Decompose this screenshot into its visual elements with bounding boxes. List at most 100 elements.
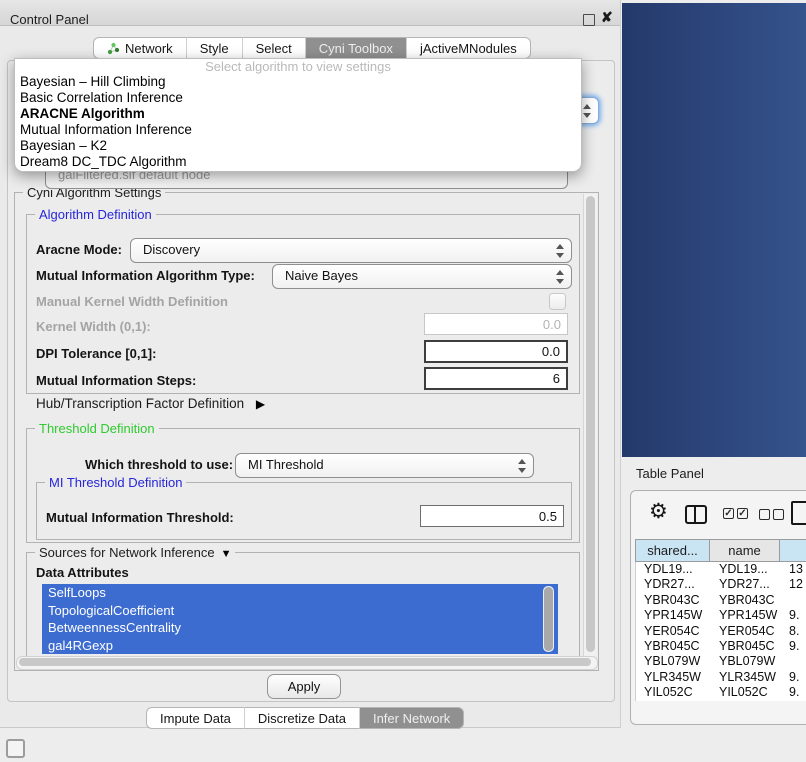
table-cell: [781, 593, 806, 608]
checked-checkbox-icon[interactable]: ✓: [737, 508, 748, 519]
dpi-tolerance-label: DPI Tolerance [0,1]:: [36, 346, 156, 361]
table-cell: YBR045C: [711, 639, 781, 654]
tab-infer-network[interactable]: Infer Network: [360, 707, 464, 729]
mi-threshold-definition-title: MI Threshold Definition: [45, 475, 186, 490]
tab-label: Select: [256, 41, 292, 56]
table-cell: YBL079W: [636, 654, 711, 669]
table-row[interactable]: YBR045CYBR045C9.: [636, 639, 806, 654]
mi-threshold-label: Mutual Information Threshold:: [46, 510, 234, 525]
document-icon[interactable]: [791, 501, 806, 525]
gear-icon[interactable]: ⚙: [649, 501, 668, 523]
table-cell: YBL079W: [711, 654, 781, 669]
table-row[interactable]: YLR345WYLR345W9.: [636, 670, 806, 685]
algorithm-dropdown-options: Bayesian – Hill ClimbingBasic Correlatio…: [15, 74, 581, 170]
dpi-tolerance-field[interactable]: [424, 340, 568, 363]
combobox-spinner-icon: [556, 244, 564, 258]
table-cell: YER054C: [636, 624, 711, 639]
table-cell: YDR27...: [711, 577, 781, 592]
table-cell: [781, 654, 806, 669]
table-cell: 9.: [781, 608, 806, 623]
mi-algorithm-type-value: Naive Bayes: [285, 265, 358, 287]
dropdown-option-aracne-algorithm[interactable]: ARACNE Algorithm: [15, 106, 581, 122]
tab-discretize-data[interactable]: Discretize Data: [245, 707, 360, 729]
table-row[interactable]: YER054CYER054C8.: [636, 624, 806, 639]
data-attributes-list: SelfLoopsTopologicalCoefficientBetweenne…: [42, 584, 558, 654]
table-row[interactable]: YIL052CYIL052C9.: [636, 685, 806, 700]
network-icon: [107, 42, 120, 55]
tab-label: Network: [125, 41, 173, 56]
sources-group-title[interactable]: Sources for Network Inference▼: [35, 545, 235, 560]
tab-select[interactable]: Select: [243, 37, 306, 59]
which-threshold-label: Which threshold to use:: [85, 457, 233, 472]
dropdown-option-bayesian-k2[interactable]: Bayesian – K2: [15, 138, 581, 154]
table-row[interactable]: YDL19...YDL19...13: [636, 562, 806, 577]
unchecked-checkbox-icon[interactable]: [759, 509, 770, 520]
which-threshold-value: MI Threshold: [248, 454, 324, 476]
manual-kernel-width-checkbox[interactable]: [549, 293, 566, 310]
aracne-mode-label: Aracne Mode:: [36, 242, 122, 257]
tab-label: Infer Network: [373, 711, 450, 726]
kernel-width-label: Kernel Width (0,1):: [36, 319, 151, 334]
control-panel-titlebar: Control Panel ✘: [0, 0, 620, 26]
table-body: YDL19...YDL19...13YDR27...YDR27...12YBR0…: [635, 562, 806, 701]
table-cell: YPR145W: [711, 608, 781, 623]
tab-label: Discretize Data: [258, 711, 346, 726]
data-attributes-label: Data Attributes: [36, 565, 129, 580]
tab-label: Impute Data: [160, 711, 231, 726]
attribute-item-betweennesscentrality[interactable]: BetweennessCentrality: [42, 619, 558, 637]
attributes-list-scrollbar[interactable]: [543, 586, 554, 652]
table-row[interactable]: YBL079WYBL079W: [636, 654, 806, 669]
aracne-mode-combobox[interactable]: Discovery: [130, 238, 572, 263]
hub-definition-expander[interactable]: Hub/Transcription Factor Definition ▶: [36, 396, 265, 411]
tab-network[interactable]: Network: [93, 37, 187, 59]
table-cell: YBR045C: [636, 639, 711, 654]
settings-vertical-scrollbar[interactable]: [583, 194, 597, 656]
cyni-bottom-tabs: Impute Data Discretize Data Infer Network: [146, 707, 464, 729]
close-panel-icon[interactable]: ✘: [601, 9, 613, 26]
which-threshold-combobox[interactable]: MI Threshold: [235, 453, 534, 478]
unchecked-checkbox-icon[interactable]: [773, 509, 784, 520]
kernel-width-field[interactable]: [424, 313, 568, 335]
table-cell: 9.: [781, 670, 806, 685]
mi-algorithm-type-label: Mutual Information Algorithm Type:: [36, 268, 255, 283]
table-row[interactable]: YDR27...YDR27...12: [636, 577, 806, 592]
dropdown-option-dream8-dc-tdc-algorithm[interactable]: Dream8 DC_TDC Algorithm: [15, 154, 581, 170]
table-cell: YLR345W: [711, 670, 781, 685]
collapse-arrow-icon[interactable]: ▼: [221, 548, 232, 560]
column-layout-icon[interactable]: [685, 505, 707, 524]
column-header-shared[interactable]: shared...: [635, 539, 710, 562]
float-panel-icon[interactable]: [583, 14, 595, 26]
attribute-item-selfloops[interactable]: SelfLoops: [42, 584, 558, 602]
table-row[interactable]: YPR145WYPR145W9.: [636, 608, 806, 623]
tab-label: jActiveMNodules: [420, 41, 517, 56]
dropdown-option-basic-correlation-inference[interactable]: Basic Correlation Inference: [15, 90, 581, 106]
tab-style[interactable]: Style: [187, 37, 243, 59]
table-row[interactable]: YBR043CYBR043C: [636, 593, 806, 608]
checked-checkbox-icon[interactable]: ✓: [723, 508, 734, 519]
attribute-item-topologicalcoefficient[interactable]: TopologicalCoefficient: [42, 602, 558, 620]
column-header-col2[interactable]: [780, 539, 806, 562]
aracne-mode-value: Discovery: [143, 239, 200, 261]
attribute-item-gal4rgexp[interactable]: gal4RGexp: [42, 637, 558, 655]
tab-label: Cyni Toolbox: [319, 41, 393, 56]
control-panel-title: Control Panel: [10, 12, 89, 27]
table-cell: YDR27...: [636, 577, 711, 592]
mi-algorithm-type-combobox[interactable]: Naive Bayes: [272, 264, 572, 289]
node-table: shared...name YDL19...YDL19...13YDR27...…: [635, 539, 806, 701]
tab-cyni-toolbox[interactable]: Cyni Toolbox: [306, 37, 407, 59]
apply-button[interactable]: Apply: [267, 674, 341, 699]
tab-impute-data[interactable]: Impute Data: [146, 707, 245, 729]
mi-steps-field[interactable]: [424, 367, 568, 390]
algorithm-dropdown-placeholder: Select algorithm to view settings: [15, 59, 581, 74]
mi-threshold-field[interactable]: [420, 505, 564, 527]
docked-window-icon[interactable]: [6, 739, 25, 758]
dropdown-option-bayesian-hill-climbing[interactable]: Bayesian – Hill Climbing: [15, 74, 581, 90]
table-cell: YIL052C: [711, 685, 781, 700]
algorithm-dropdown-popup: Select algorithm to view settings Bayesi…: [14, 58, 582, 172]
tab-jactivemnodules[interactable]: jActiveMNodules: [407, 37, 531, 59]
expand-arrow-icon[interactable]: ▶: [256, 397, 265, 411]
dropdown-option-mutual-information-inference[interactable]: Mutual Information Inference: [15, 122, 581, 138]
hub-definition-label: Hub/Transcription Factor Definition: [36, 396, 244, 411]
settings-horizontal-scrollbar[interactable]: [16, 656, 598, 670]
column-header-name[interactable]: name: [710, 539, 780, 562]
